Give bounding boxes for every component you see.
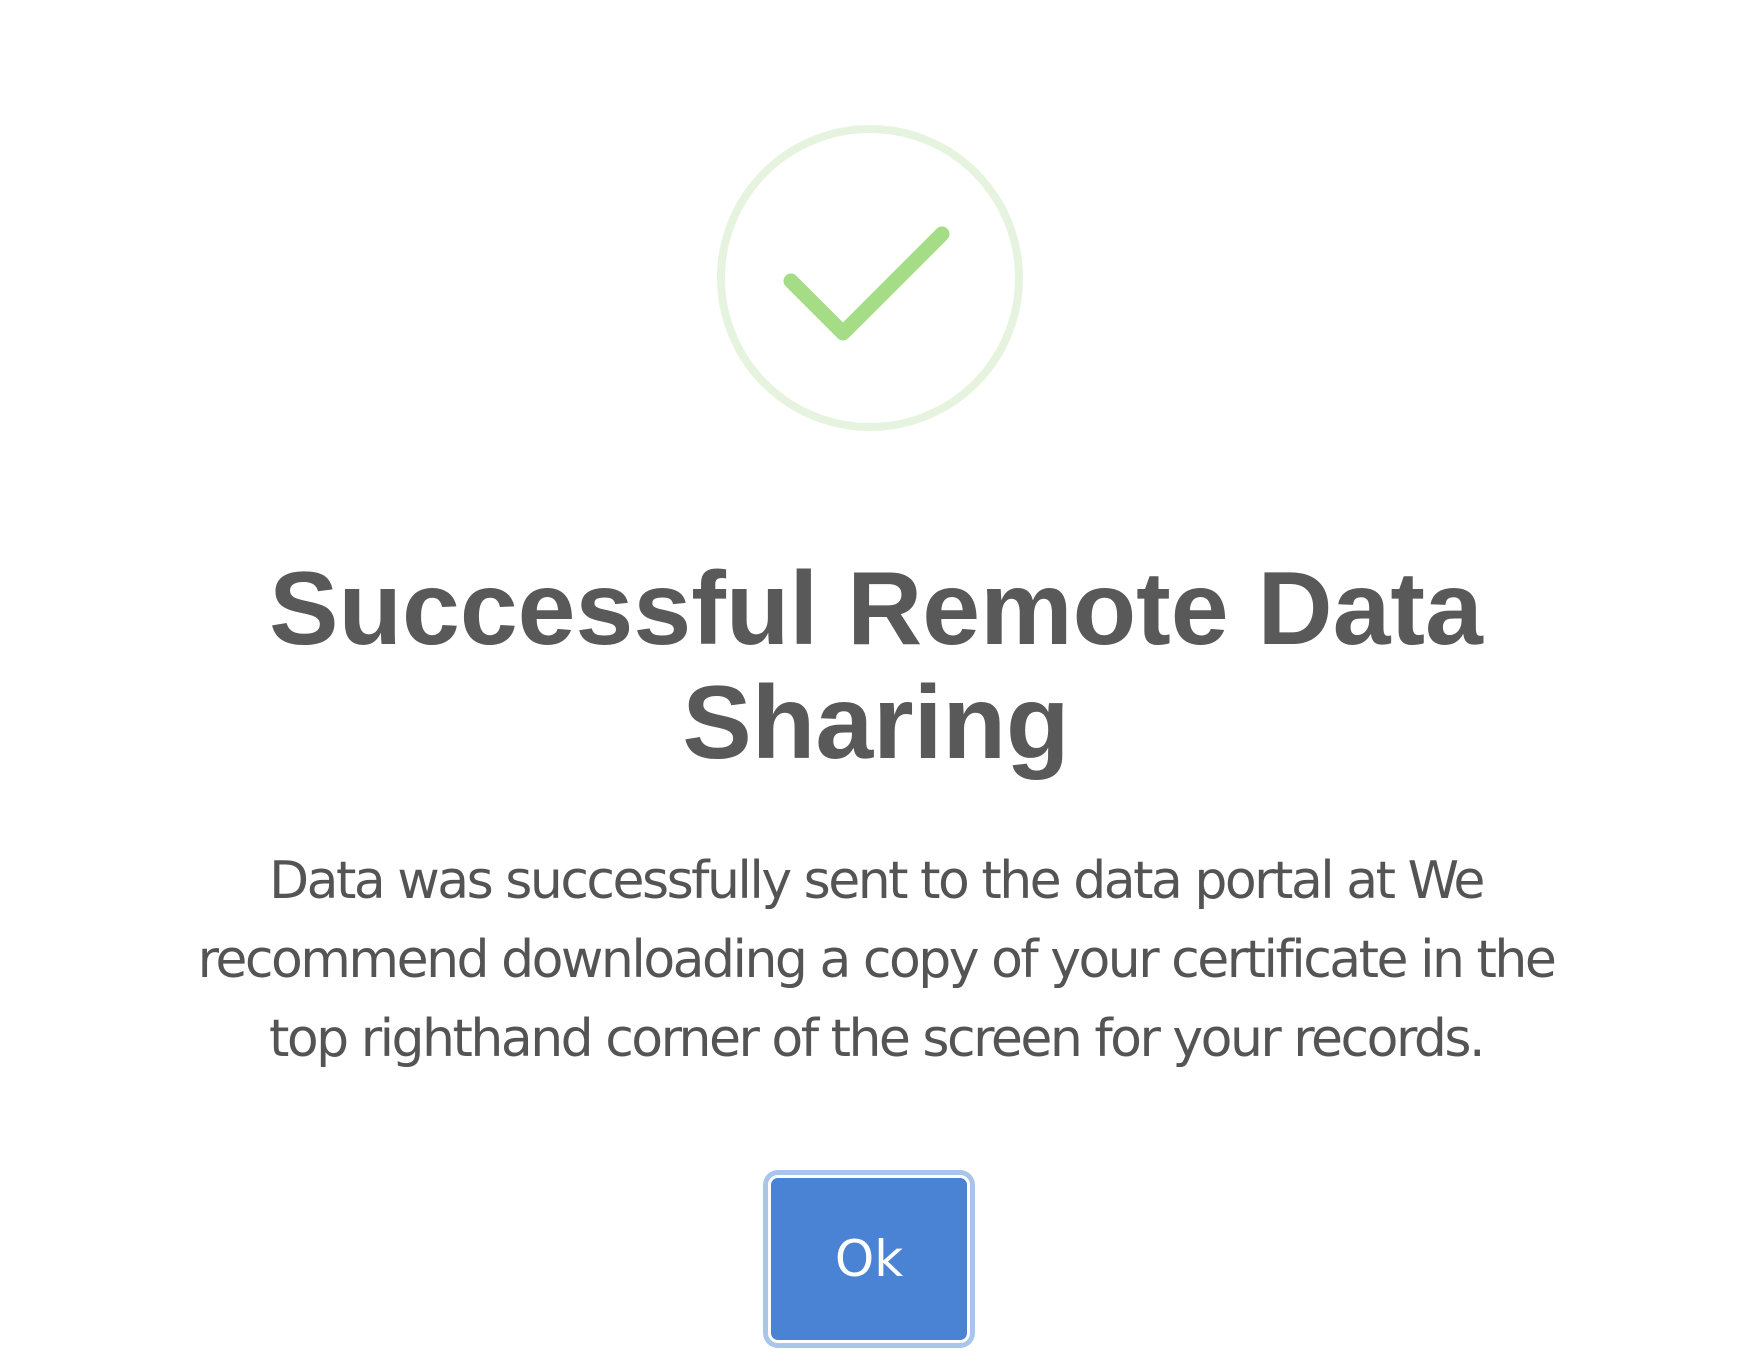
dialog-message: Data was successfully sent to the data p… (100, 842, 1652, 1079)
ok-button[interactable]: Ok (768, 1175, 970, 1343)
success-checkmark-icon (716, 124, 1024, 432)
dialog-title: Successful Remote Data Sharing (100, 552, 1652, 780)
dialog-title-line-2: Sharing (682, 665, 1070, 781)
dialog-message-line: Data was successfully sent to the data p… (269, 851, 1485, 911)
dialog-message-line: recommend downloading a copy of your cer… (197, 930, 1557, 990)
dialog-title-line-1: Successful Remote Data (269, 551, 1483, 667)
dialog-message-line: top righthand corner of the screen for y… (268, 1009, 1486, 1069)
success-dialog: Successful Remote Data Sharing Data was … (0, 0, 1752, 1372)
